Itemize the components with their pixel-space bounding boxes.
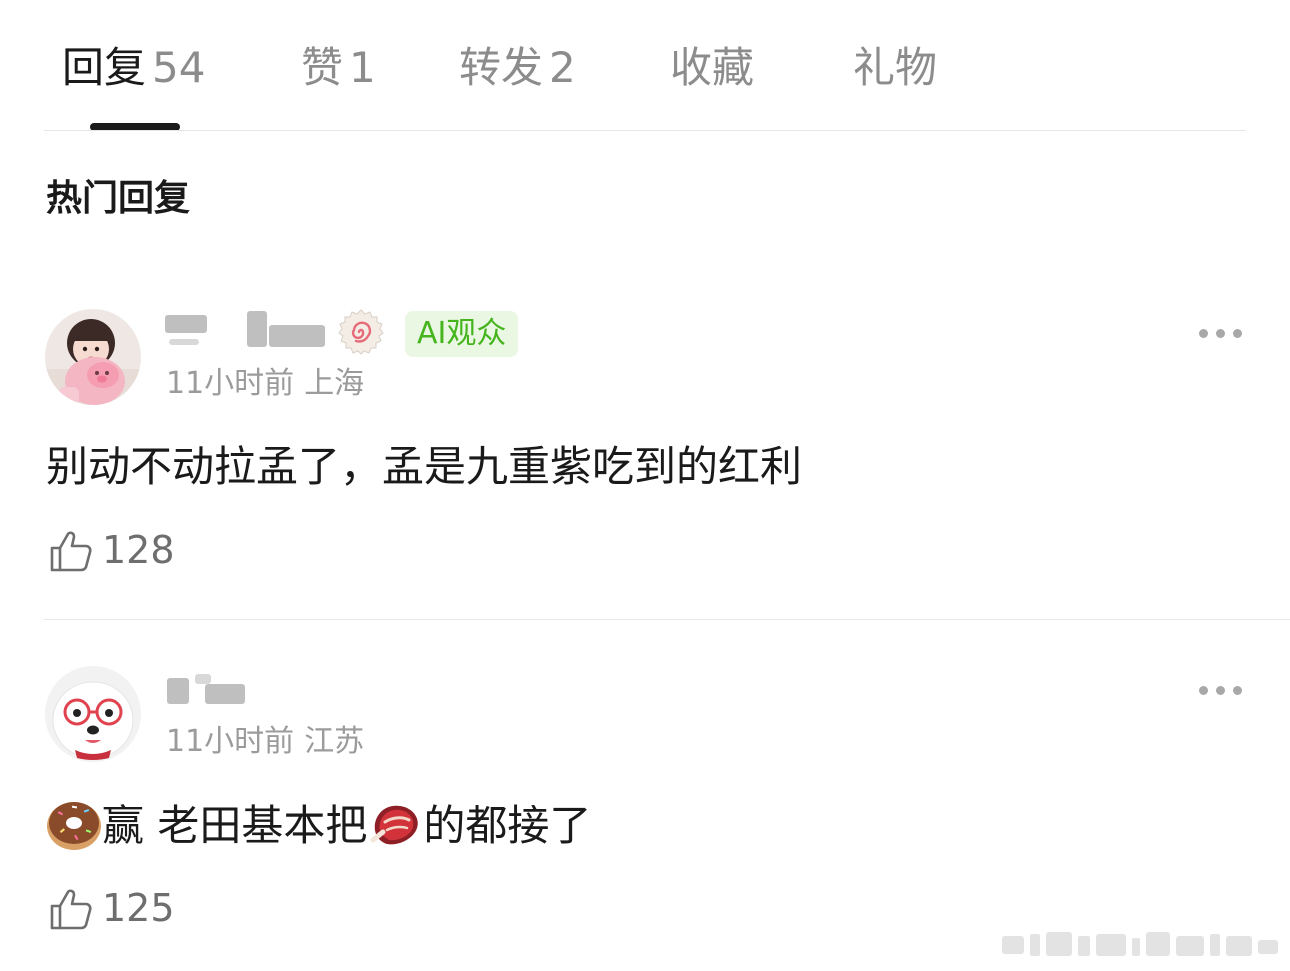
dog-with-glasses-avatar-icon: [45, 666, 141, 762]
tab-reposts-label: 转发: [459, 43, 544, 92]
more-dot: [1233, 329, 1242, 338]
more-dot: [1199, 329, 1208, 338]
like-count: 128: [102, 528, 175, 572]
comment-text-part1: 赢 老田基本把: [102, 801, 368, 850]
thumbs-up-icon: [50, 531, 92, 572]
more-dot: [1199, 686, 1208, 695]
section-title-hot-replies: 热门回复: [46, 178, 191, 219]
thumbs-up-icon: [50, 889, 92, 930]
swirl-badge-icon: [338, 309, 384, 355]
tab-replies-count: 54: [152, 43, 206, 92]
comment-text: 赢 老田基本把 的都接了: [46, 796, 591, 854]
ai-audience-badge: AI观众: [405, 311, 519, 357]
redaction-block: [269, 325, 325, 347]
watermark-graphic: [1002, 932, 1278, 956]
tab-likes[interactable]: 赞1: [301, 40, 376, 96]
tab-gifts-label: 礼物: [853, 43, 938, 92]
like-count: 125: [102, 886, 175, 930]
tab-favorites[interactable]: 收藏: [670, 40, 754, 96]
comment-item: AI观众 11小时前 上海 别动不动拉孟了，孟是九重紫吃到的红利 128: [0, 300, 1290, 600]
like-button[interactable]: 128: [46, 526, 186, 576]
redaction-block: [165, 315, 207, 333]
tab-reposts[interactable]: 转发 2: [459, 40, 576, 96]
redaction-block: [195, 674, 211, 684]
baby-with-toy-avatar-icon: [45, 309, 141, 405]
comment-location: 上海: [304, 366, 365, 401]
redaction-block: [247, 311, 267, 347]
more-dot: [1233, 686, 1242, 695]
donut-emoji-icon: [47, 802, 101, 850]
comment-location: 江苏: [304, 724, 365, 759]
like-button[interactable]: 125: [46, 884, 186, 934]
comment-time: 11小时前: [166, 366, 295, 401]
more-dot: [1216, 686, 1225, 695]
more-options-icon[interactable]: [1199, 326, 1243, 340]
comment-time: 11小时前: [166, 724, 295, 759]
tab-reposts-count: 2: [549, 43, 576, 92]
comment-meta: 11小时前 江苏: [166, 722, 364, 762]
comment-text-part2: 的都接了: [423, 801, 592, 850]
comment-item: 11小时前 江苏 赢 老田基本把 的都接了 125: [0, 660, 1290, 960]
redaction-block: [169, 339, 199, 345]
comment-text: 别动不动拉孟了，孟是九重紫吃到的红利: [46, 442, 803, 491]
tab-favorites-label: 收藏: [670, 43, 755, 92]
avatar[interactable]: [45, 666, 141, 762]
more-options-icon[interactable]: [1199, 683, 1243, 697]
tab-gifts[interactable]: 礼物: [853, 40, 937, 96]
tab-likes-label: 赞: [301, 43, 344, 92]
comments-page: 回复 54 赞1 转发 2 收藏 礼物 热门回复 AI观众 11小时前 上海 别…: [0, 0, 1290, 971]
tab-replies-label: 回复: [62, 43, 147, 92]
tabs-divider: [44, 130, 1246, 131]
tab-bar: 回复 54 赞1 转发 2 收藏 礼物: [0, 0, 1290, 132]
comment-meta: 11小时前 上海: [166, 364, 364, 404]
redaction-block: [205, 684, 245, 704]
tab-replies[interactable]: 回复 54: [62, 40, 205, 96]
more-dot: [1216, 329, 1225, 338]
steak-emoji-icon: [370, 805, 419, 845]
avatar[interactable]: [45, 309, 141, 405]
redaction-block: [167, 678, 189, 704]
comment-divider: [44, 619, 1290, 620]
username-redacted[interactable]: [165, 670, 255, 716]
tab-likes-count: 1: [349, 43, 376, 92]
